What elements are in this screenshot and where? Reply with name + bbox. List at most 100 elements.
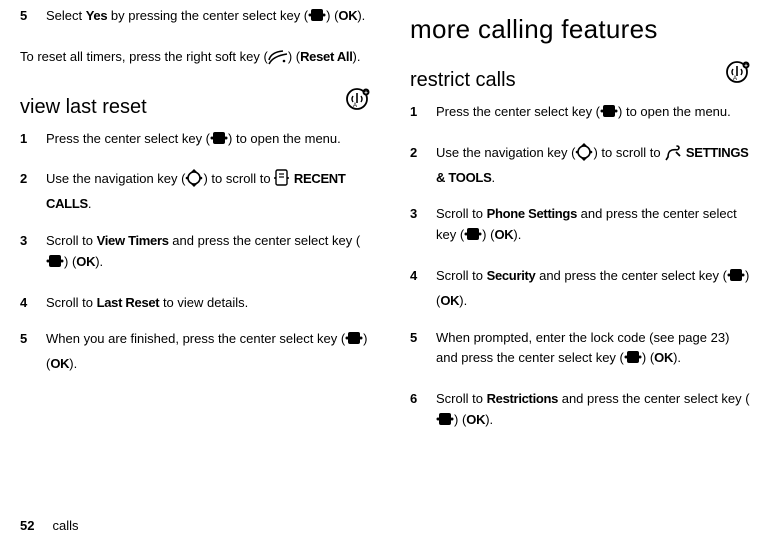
step-number: 4 [410, 266, 424, 312]
center-select-icon [308, 6, 326, 31]
text: ). [513, 227, 521, 242]
step-number: 5 [20, 329, 34, 375]
step-1: 1 Press the center select key ( ) to open… [410, 102, 750, 127]
step-number: 6 [410, 389, 424, 435]
text: by pressing the center select key ( [107, 8, 308, 23]
page-footer: 52 calls [20, 518, 78, 533]
step-text: Use the navigation key () to scroll to R… [46, 169, 370, 215]
text: ) to scroll to [593, 145, 664, 160]
text: ) ( [64, 254, 76, 269]
text: ). [673, 350, 681, 365]
step-number: 3 [20, 231, 34, 277]
availability-badge-icon [346, 88, 370, 117]
step-3: 3 Scroll to Phone Settings and press the… [410, 204, 750, 250]
step-4: 4 Scroll to Security and press the cente… [410, 266, 750, 312]
ui-label-ok: OK [494, 227, 513, 242]
ui-label-ok: OK [50, 356, 69, 371]
text: Scroll to [436, 206, 487, 221]
step-number: 5 [410, 328, 424, 374]
text: ). [95, 254, 103, 269]
section-label: calls [52, 518, 78, 533]
text: ) to open the menu. [618, 104, 731, 119]
text: and press the center select key ( [535, 268, 726, 283]
heading-view-last-reset: view last reset [20, 96, 147, 119]
center-select-icon [46, 252, 64, 277]
nav-key-icon [185, 169, 203, 194]
text: Scroll to [436, 391, 487, 406]
ui-label-security: Security [487, 268, 536, 283]
text: Scroll to [46, 295, 97, 310]
step-number: 3 [410, 204, 424, 250]
step-2: 2 Use the navigation key ( ) to scroll to… [20, 169, 370, 215]
step-text: Select Yes by pressing the center select… [46, 6, 370, 31]
center-select-icon [464, 225, 482, 250]
step-3: 3 Scroll to View Timers and press the ce… [20, 231, 370, 277]
step-number: 5 [20, 6, 34, 31]
heading-restrict-calls: restrict calls [410, 69, 516, 92]
step-number: 2 [20, 169, 34, 215]
text: Select [46, 8, 86, 23]
ui-label-last-reset: Last Reset [97, 295, 160, 310]
text: ). [353, 49, 361, 64]
step-text: Press the center select key () to open t… [46, 129, 370, 154]
text: ) ( [454, 412, 466, 427]
step-text: Scroll to Phone Settings and press the c… [436, 204, 750, 250]
ui-label-phone-settings: Phone Settings [487, 206, 577, 221]
step-4: 4 Scroll to Last Reset to view details. [20, 293, 370, 314]
text: Scroll to [436, 268, 487, 283]
text: ) ( [326, 8, 338, 23]
text: Press the center select key ( [436, 104, 600, 119]
softkey-right-icon [268, 49, 288, 72]
center-select-icon [345, 329, 363, 354]
center-select-icon [436, 410, 454, 435]
availability-badge-icon [726, 61, 750, 90]
center-select-icon [624, 348, 642, 373]
text: ). [69, 356, 77, 371]
text: ) to scroll to [203, 171, 274, 186]
ui-label-restrictions: Restrictions [487, 391, 559, 406]
step-5b: 5 When you are finished, press the cente… [20, 329, 370, 375]
page-number: 52 [20, 518, 34, 533]
step-text: Scroll to Security and press the center … [436, 266, 750, 312]
text: ). [485, 412, 493, 427]
step-number: 4 [20, 293, 34, 314]
text: When you are finished, press the center … [46, 331, 345, 346]
text: When prompted, enter the lock code (see … [436, 330, 729, 366]
heading-more-calling-features: more calling features [410, 14, 750, 45]
center-select-icon [600, 102, 618, 127]
ui-label-ok: OK [76, 254, 95, 269]
step-number: 1 [20, 129, 34, 154]
step-6: 6 Scroll to Restrictions and press the c… [410, 389, 750, 435]
step-1: 1 Press the center select key () to open… [20, 129, 370, 154]
text: ) ( [642, 350, 654, 365]
step-text: Press the center select key ( ) to open t… [436, 102, 750, 127]
center-select-icon [210, 129, 228, 154]
text: . [88, 196, 92, 211]
text: ) to open the menu. [228, 131, 341, 146]
ui-label-reset-all: Reset All [300, 49, 352, 64]
step-text: Scroll to View Timers and press the cent… [46, 231, 370, 277]
ui-label-yes: Yes [86, 8, 108, 23]
ui-label-view-timers: View Timers [97, 233, 169, 248]
step-2: 2 Use the navigation key ( ) to scroll to… [410, 143, 750, 189]
ui-label-ok: OK [654, 350, 673, 365]
text: Use the navigation key ( [46, 171, 185, 186]
nav-key-icon [575, 143, 593, 168]
text: and press the center select key ( [169, 233, 360, 248]
ui-label-ok: OK [338, 8, 357, 23]
step-text: When prompted, enter the lock code (see … [436, 328, 750, 374]
text: and press the center select key ( [558, 391, 749, 406]
step-5: 5 Select Yes by pressing the center sele… [20, 6, 370, 31]
text: ). [357, 8, 365, 23]
step-text: When you are finished, press the center … [46, 329, 370, 375]
step-text: Scroll to Last Reset to view details. [46, 293, 370, 314]
step-number: 1 [410, 102, 424, 127]
text: Use the navigation key ( [436, 145, 575, 160]
step-number: 2 [410, 143, 424, 189]
text: to view details. [159, 295, 248, 310]
step-5: 5 When prompted, enter the lock code (se… [410, 328, 750, 374]
reset-all-paragraph: To reset all timers, press the right sof… [20, 47, 370, 72]
ui-label-ok: OK [466, 412, 485, 427]
settings-tools-icon [664, 145, 682, 168]
step-text: Scroll to Restrictions and press the cen… [436, 389, 750, 435]
